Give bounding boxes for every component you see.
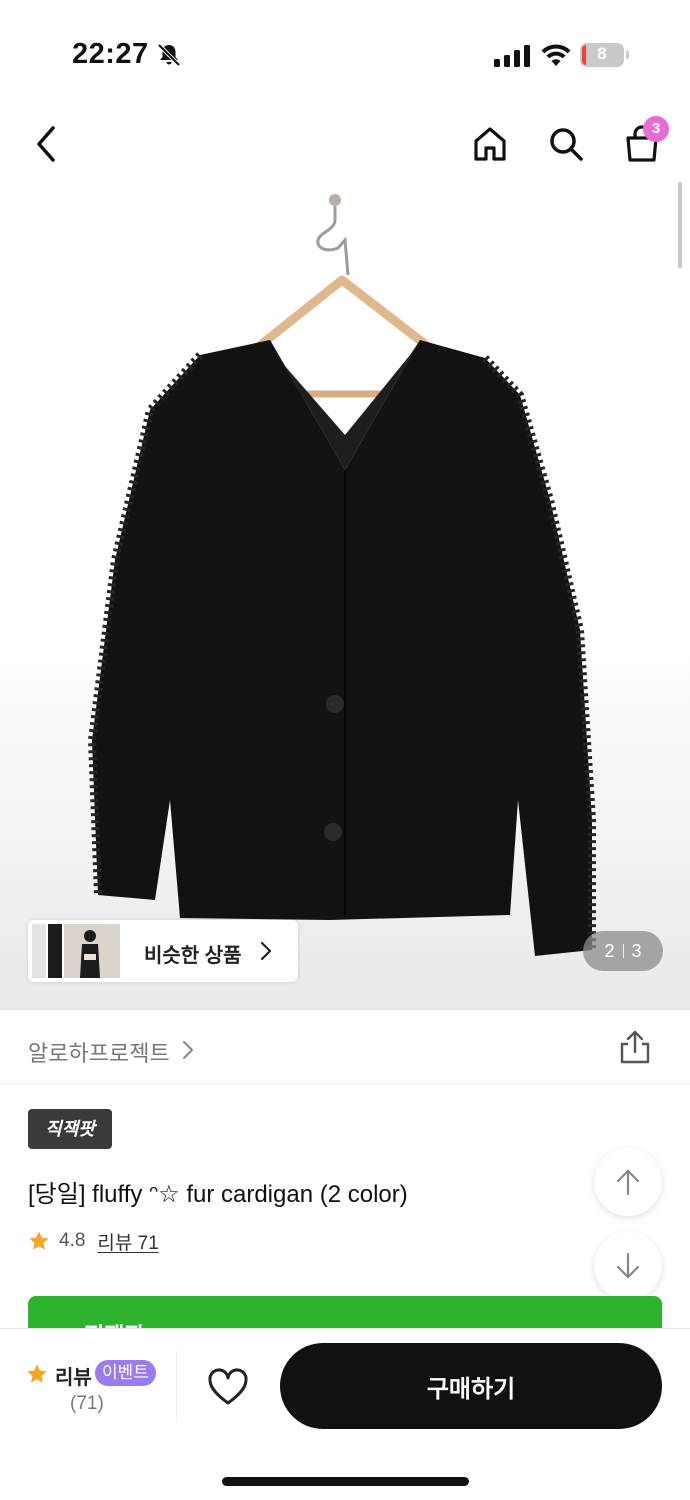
review-count-link[interactable]: 리뷰 71 xyxy=(97,1228,158,1255)
muted-bell-icon xyxy=(157,43,181,67)
share-icon[interactable] xyxy=(616,1028,654,1066)
back-icon xyxy=(37,126,55,162)
arrow-up-icon xyxy=(616,1169,640,1196)
page-separator xyxy=(622,944,624,958)
star-icon xyxy=(29,1231,49,1250)
similar-products-label: 비슷한 상품 xyxy=(144,945,242,967)
status-bar: 22:27 8 xyxy=(0,0,690,96)
arrow-down-icon xyxy=(616,1252,640,1279)
similar-thumb xyxy=(32,924,46,978)
bottom-review-label[interactable]: 리뷰 xyxy=(55,1361,92,1390)
back-button[interactable] xyxy=(22,120,70,168)
store-row: 알로하프로젝트 xyxy=(0,1010,690,1084)
page-current: 2 xyxy=(604,940,615,961)
top-nav xyxy=(0,110,690,180)
battery-level: 8 xyxy=(597,44,607,63)
home-button[interactable] xyxy=(466,120,514,168)
chevron-right-icon xyxy=(183,1041,193,1059)
product-image-gallery[interactable]: 비슷한 상품 2 3 xyxy=(0,180,690,1010)
home-indicator xyxy=(222,1477,469,1486)
similar-products-button[interactable]: 비슷한 상품 xyxy=(28,920,298,982)
scroll-bottom-button[interactable] xyxy=(594,1232,662,1300)
home-icon xyxy=(474,127,506,161)
battery-icon: 8 xyxy=(580,43,629,67)
rating-value: 4.8 xyxy=(59,1230,86,1251)
wifi-icon xyxy=(541,44,571,66)
star-icon xyxy=(27,1364,47,1383)
heart-icon[interactable] xyxy=(204,1363,252,1411)
search-button[interactable] xyxy=(542,120,590,168)
search-icon xyxy=(550,128,583,161)
similar-thumb xyxy=(48,924,62,978)
bottom-action-bar: 리뷰 이벤트 (71) 구매하기 xyxy=(0,1328,690,1500)
scroll-top-button[interactable] xyxy=(594,1148,662,1216)
product-tag-badge: 직잭팟 xyxy=(28,1109,112,1149)
cart-count-badge: 3 xyxy=(643,116,669,142)
divider xyxy=(176,1351,177,1421)
scrollbar[interactable] xyxy=(678,182,682,268)
similar-thumb xyxy=(64,924,120,978)
rating-row: 4.8 리뷰 71 xyxy=(28,1226,159,1256)
page-total: 3 xyxy=(631,940,642,961)
chevron-right-icon xyxy=(260,941,272,961)
product-image xyxy=(87,194,596,956)
signal-icon xyxy=(494,45,530,67)
image-page-counter: 2 3 xyxy=(583,931,663,971)
status-time: 22:27 xyxy=(72,38,149,70)
product-title: [당일] fluffy ᵔ☆ fur cardigan (2 color) xyxy=(28,1181,408,1208)
bottom-review-count: (71) xyxy=(70,1393,104,1414)
event-badge: 이벤트 xyxy=(95,1360,156,1386)
store-name-link[interactable]: 알로하프로젝트 xyxy=(28,1036,170,1068)
buy-button[interactable]: 구매하기 xyxy=(280,1343,662,1429)
